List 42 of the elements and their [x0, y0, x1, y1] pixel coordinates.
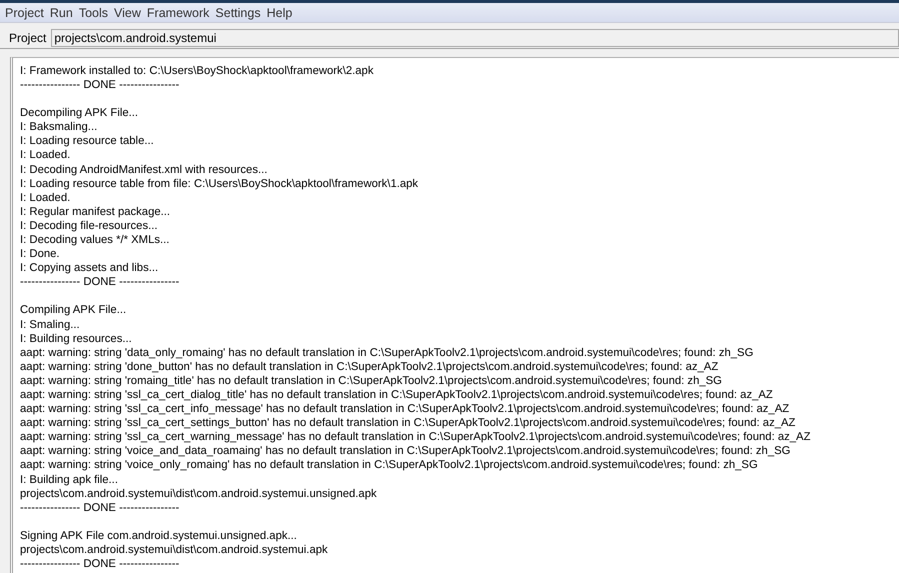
log-line: I: Decoding file-resources...: [20, 218, 158, 234]
log-line: I: Done.: [20, 247, 60, 262]
log-line: I: Loading resource table from file: C:\Users\BoyShock\apktool\framework\1.apk: [20, 176, 418, 191]
log-line: I: Building resources...: [20, 332, 132, 346]
log-line: I: Loaded.: [20, 190, 70, 205]
log-line: ---------------- DONE ----------------: [20, 275, 180, 290]
log-line: I: Baksmaling...: [20, 120, 98, 134]
menu-item[interactable]: Run: [46, 6, 76, 20]
log-line: aapt: warning: string 'ssl_ca_cert_dialog_title' has no default translation in C:\SuperApkToolv2.1\projects\com.android.systemui\code\res; found: az_AZ: [20, 388, 773, 402]
menu-item[interactable]: Help: [264, 6, 296, 20]
log-line: aapt: warning: string 'ssl_ca_cert_info_message' has no default translation in C:\SuperApkToolv2.1\projects\com.android.systemui\code\res; found: az_AZ: [20, 402, 790, 416]
log-line: aapt: warning: string 'ssl_ca_cert_warning_message' has no default translation in C:\SuperApkToolv2.1\projects\com.android.systemui\code\res; found: az_AZ: [20, 430, 810, 444]
menu-item[interactable]: Framework: [144, 6, 212, 20]
log-line: aapt: warning: string 'voice_and_data_roamaing' has no default translation in C:\SuperApkToolv2.1\projects\com.android.systemui\code\res; found: zh_SG: [20, 444, 790, 458]
menu-item[interactable]: Project: [2, 6, 47, 20]
log-line: projects\com.android.systemui\dist\com.android.systemui.unsigned.apk: [20, 486, 377, 501]
log-line: I: Framework installed to: C:\Users\BoyShock\apktool\framework\2.apk: [20, 64, 374, 78]
log-line: Compiling APK File...: [20, 303, 126, 318]
menu-item[interactable]: Settings: [212, 6, 264, 20]
log-line: I: Regular manifest package...: [20, 204, 170, 219]
log-line: I: Loading resource table...: [20, 134, 154, 148]
log-line: projects\com.android.systemui\dist\com.android.systemui.apk: [20, 542, 328, 557]
log-line: aapt: warning: string 'data_only_romaing' has no default translation in C:\SuperApkToolv2.1\projects\com.android.systemui\code\res; found: zh_SG: [20, 346, 754, 360]
log-line: aapt: warning: string 'romaing_title' has no default translation in C:\SuperApkToolv2.1\projects\com.android.systemui\code\res; found: zh_SG: [20, 374, 722, 388]
log-line: aapt: warning: string 'ssl_ca_cert_settings_button' has no default translation in C:\SuperApkToolv2.1\projects\com.android.systemui\code\res; found: az_AZ: [20, 416, 796, 430]
log-line: I: Smaling...: [20, 318, 80, 332]
log-line: aapt: warning: string 'done_button' has no default translation in C:\SuperApkToolv2.1\projects\com.android.systemui\code\res; found: az_AZ: [20, 360, 718, 374]
log-line: ---------------- DONE ----------------: [20, 500, 180, 515]
log-line: aapt: warning: string 'voice_only_romaing' has no default translation in C:\SuperApkToolv2.1\projects\com.android.systemui\code\res; found: zh_SG: [20, 458, 758, 473]
log-line: ---------------- DONE ----------------: [20, 78, 180, 92]
project-field[interactable]: projects\com.android.systemui: [51, 29, 899, 47]
project-label: Project: [9, 31, 46, 45]
menu-item[interactable]: View: [111, 6, 144, 20]
log-line: I: Building apk file...: [20, 472, 118, 487]
log-line: Decompiling APK File...: [20, 106, 138, 120]
log-line: I: Copying assets and libs...: [20, 261, 158, 276]
menu-item[interactable]: Tools: [76, 6, 112, 20]
log-line: I: Loaded.: [20, 148, 70, 163]
log-line: I: Decoding AndroidManifest.xml with resources...: [20, 162, 268, 177]
log-line: Signing APK File com.android.systemui.unsigned.apk...: [20, 528, 297, 543]
log-line: ---------------- DONE ----------------: [20, 557, 180, 572]
log-line: I: Decoding values */* XMLs...: [20, 233, 170, 248]
